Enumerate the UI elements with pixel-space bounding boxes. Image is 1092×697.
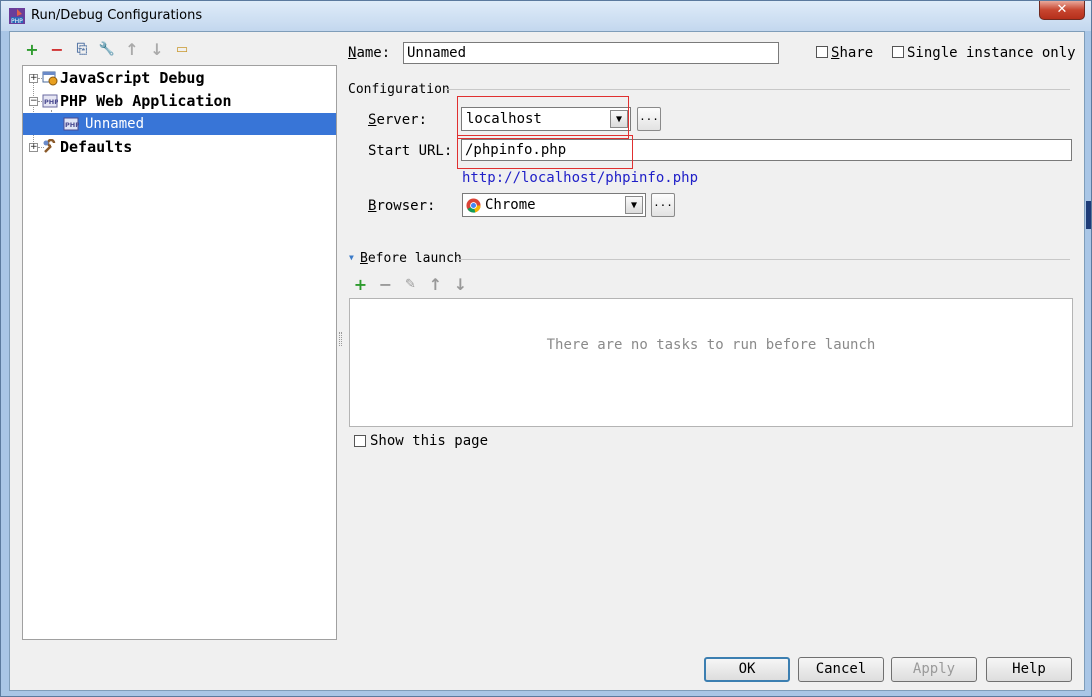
svg-text:PHP: PHP [65, 121, 79, 129]
server-label: Server: [368, 112, 428, 128]
phpstorm-app-icon: PHP [9, 8, 25, 24]
tree-item-label: Unnamed [85, 116, 145, 132]
ok-button[interactable]: OK [704, 657, 790, 682]
tree-item-javascript-debug[interactable]: + JavaScript Debug [23, 67, 336, 89]
share-checkbox[interactable] [816, 46, 828, 58]
chrome-icon [466, 198, 481, 213]
collapse-icon[interactable]: − [29, 96, 38, 106]
section-divider [446, 89, 1070, 90]
copy-icon[interactable]: ⎘ [74, 42, 90, 58]
browser-combobox[interactable]: Chrome ▼ [462, 193, 646, 217]
run-debug-configurations-window: PHP Run/Debug Configurations ✕ + − ⎘ 🔧 ↑ ↓ ▭ + [0, 0, 1092, 697]
php-config-icon: PHP [63, 117, 79, 131]
before-launch-task-list[interactable]: There are no tasks to run before launch [349, 298, 1073, 427]
chevron-down-icon[interactable]: ▼ [625, 196, 643, 214]
browser-settings-button[interactable]: ... [651, 193, 675, 217]
section-divider [458, 259, 1070, 260]
tree-item-unnamed[interactable]: PHP Unnamed [23, 113, 336, 135]
share-label: Share [831, 45, 874, 61]
tree-item-defaults[interactable]: + Defaults [23, 136, 336, 158]
add-icon[interactable]: + [24, 42, 40, 58]
svg-text:PHP: PHP [44, 98, 58, 106]
tree-item-label: JavaScript Debug [60, 69, 205, 87]
show-page-checkbox[interactable] [354, 435, 366, 447]
title-bar: PHP Run/Debug Configurations ✕ [1, 1, 1091, 31]
folder-icon[interactable]: ▭ [174, 42, 190, 58]
javascript-debug-icon [42, 71, 58, 86]
collapse-triangle-icon[interactable]: ▼ [349, 253, 354, 262]
configuration-section-title: Configuration [348, 82, 450, 97]
splitter-handle[interactable] [339, 332, 342, 346]
remove-icon[interactable]: − [49, 42, 65, 58]
before-launch-toolbar: + − ✎ ↑ ↓ [353, 275, 468, 294]
close-button[interactable]: ✕ [1039, 1, 1085, 20]
empty-tasks-message: There are no tasks to run before launch [546, 337, 876, 353]
cancel-button[interactable]: Cancel [798, 657, 884, 682]
highlight-box-start-url [457, 135, 633, 169]
expand-icon[interactable]: + [29, 142, 38, 152]
browser-value: Chrome [485, 197, 536, 213]
browser-label: Browser: [368, 198, 436, 214]
expand-icon[interactable]: + [29, 73, 38, 83]
php-web-app-icon: PHP [42, 94, 58, 108]
server-settings-button[interactable]: ... [637, 107, 661, 131]
move-up-icon[interactable]: ↑ [124, 42, 140, 58]
move-down-icon[interactable]: ↓ [149, 42, 165, 58]
tree-item-php-web-application[interactable]: − PHP PHP Web Application [23, 90, 336, 112]
tree-item-label: Defaults [60, 138, 133, 156]
edit-icon[interactable]: ✎ [403, 277, 418, 292]
window-title: Run/Debug Configurations [31, 8, 203, 23]
wrench-icon [43, 139, 56, 153]
name-field[interactable]: Unnamed [403, 42, 779, 64]
dialog-content: + − ⎘ 🔧 ↑ ↓ ▭ + JavaScript Debug − PHP P… [9, 31, 1085, 691]
remove-icon[interactable]: − [378, 275, 393, 294]
move-down-icon[interactable]: ↓ [453, 275, 468, 294]
single-instance-label: Single instance only [907, 45, 1076, 61]
move-up-icon[interactable]: ↑ [428, 275, 443, 294]
single-instance-checkbox[interactable] [892, 46, 904, 58]
configurations-tree[interactable]: + JavaScript Debug − PHP PHP Web Applica… [22, 65, 337, 640]
apply-button[interactable]: Apply [891, 657, 977, 682]
configurations-toolbar: + − ⎘ 🔧 ↑ ↓ ▭ [24, 42, 190, 62]
start-url-label: Start URL: [368, 143, 453, 159]
show-page-label: Show this page [370, 433, 489, 449]
edit-defaults-icon[interactable]: 🔧 [99, 42, 115, 58]
tree-item-label: PHP Web Application [60, 92, 232, 110]
add-icon[interactable]: + [353, 275, 368, 294]
help-button[interactable]: Help [986, 657, 1072, 682]
before-launch-title[interactable]: Before launch [360, 251, 462, 266]
highlight-box-server [457, 96, 629, 139]
svg-text:PHP: PHP [11, 18, 23, 24]
resolved-url-link[interactable]: http://localhost/phpinfo.php [462, 170, 698, 186]
background-window-edge [1086, 201, 1091, 229]
name-label: Name: [348, 45, 391, 61]
